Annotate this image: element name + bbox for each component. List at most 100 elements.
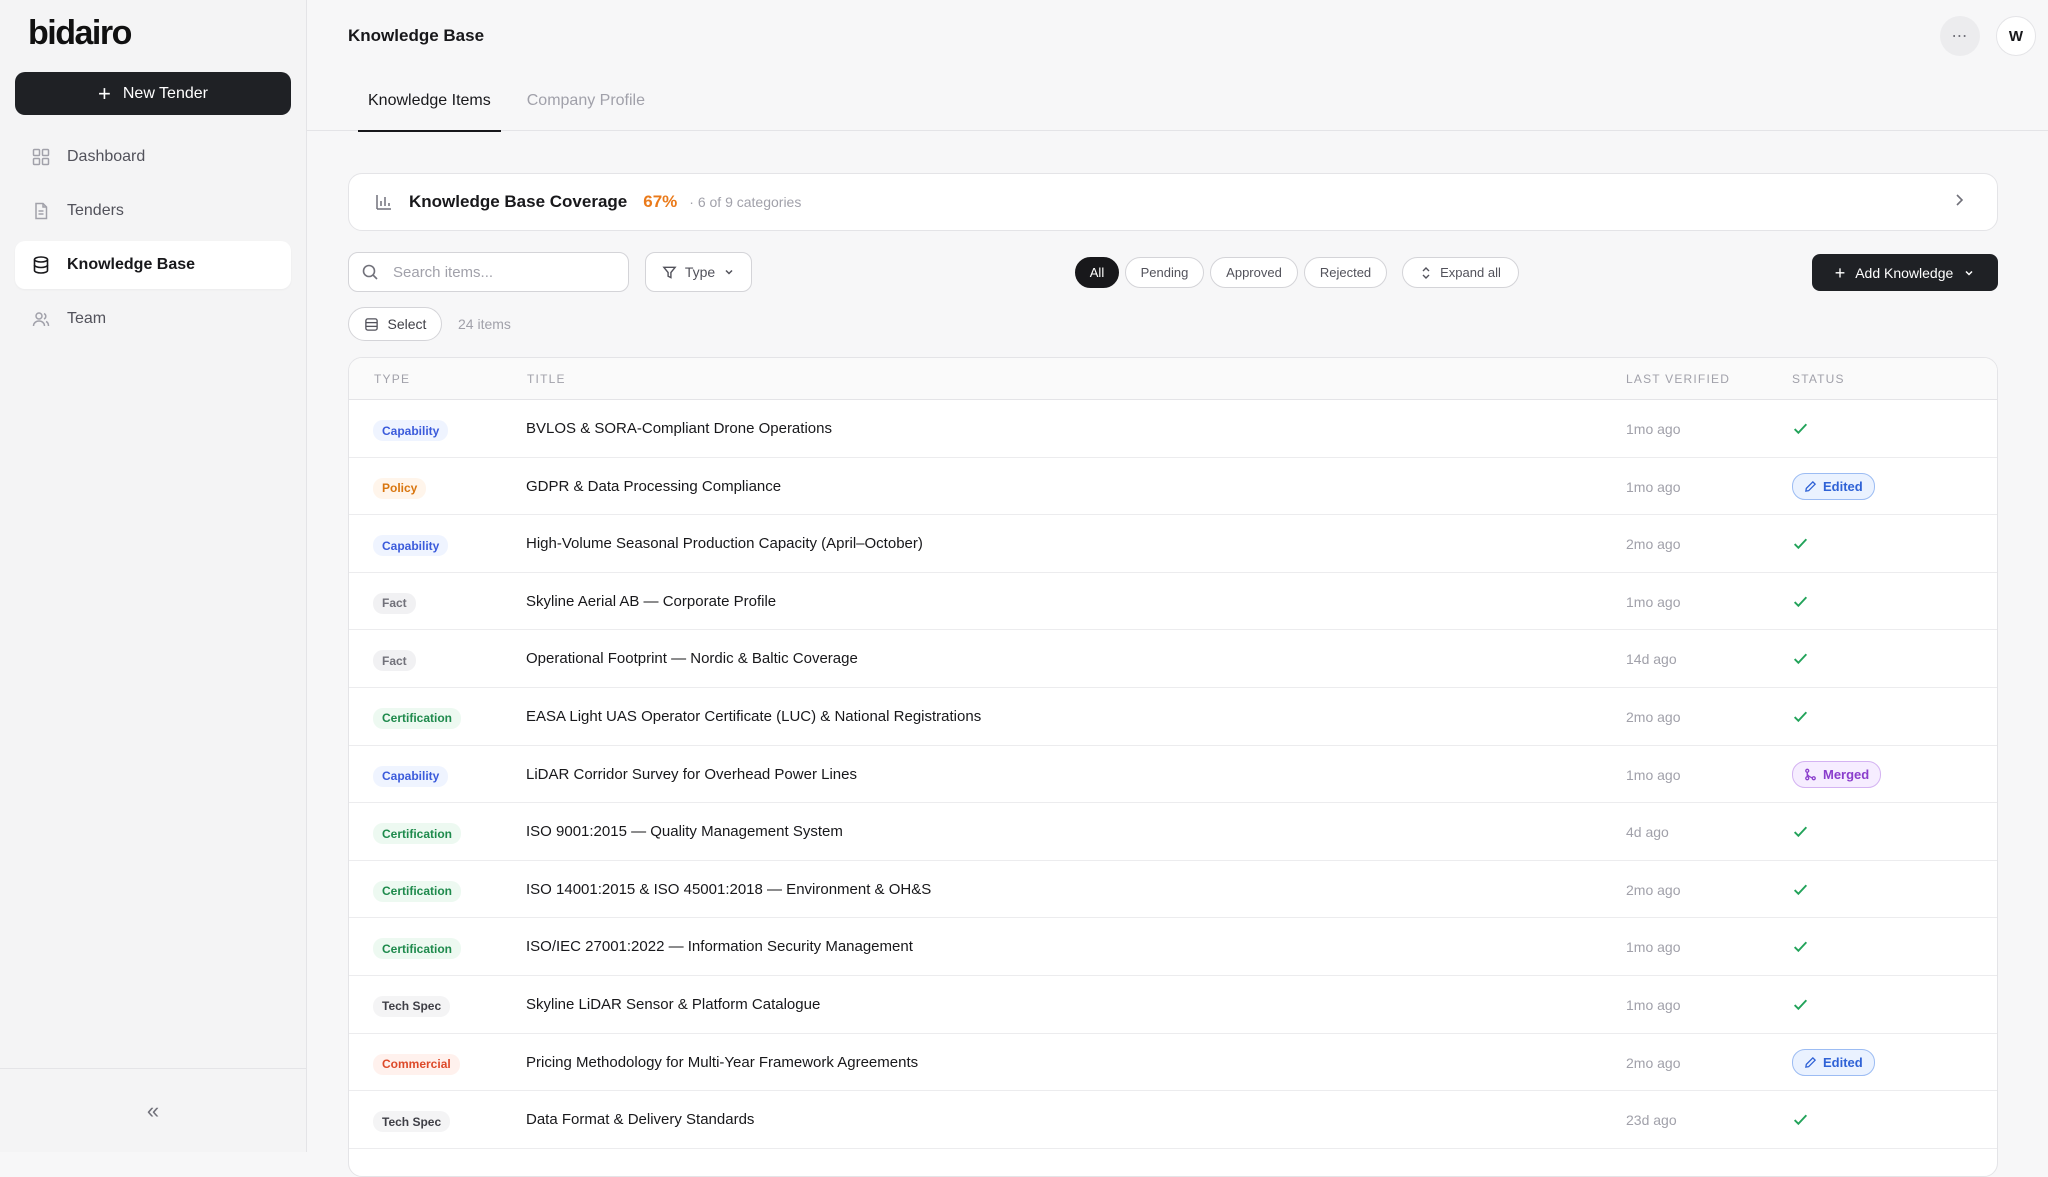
column-header-type[interactable]: Type: [374, 372, 410, 386]
check-icon: [1793, 941, 1808, 953]
tab-knowledge-items[interactable]: Knowledge Items: [358, 82, 501, 132]
last-verified: 1mo ago: [1626, 939, 1681, 956]
status-cell: Merged: [1792, 760, 1882, 788]
search-icon: [362, 264, 378, 280]
check-icon: [1793, 538, 1808, 550]
status-cell: [1792, 991, 1809, 1018]
sidebar-nav: Dashboard Tenders Knowledge Base Team: [15, 133, 291, 349]
status-badge[interactable]: Merged: [1792, 760, 1882, 788]
sidebar-item-dashboard[interactable]: Dashboard: [15, 133, 291, 181]
status-cell: Edited: [1792, 472, 1875, 500]
item-title[interactable]: EASA Light UAS Operator Certificate (LUC…: [526, 708, 981, 725]
table-row[interactable]: Fact Skyline Aerial AB — Corporate Profil…: [349, 573, 1997, 631]
column-header-last-verified[interactable]: Last Verified: [1626, 372, 1730, 386]
new-tender-label: New Tender: [122, 84, 208, 102]
main-content: Knowledge Base ⋯ W Knowledge Items Compa…: [307, 0, 2048, 1177]
chevron-down-icon: [1965, 270, 1973, 276]
sidebar-item-knowledge-base[interactable]: Knowledge Base: [15, 241, 291, 289]
last-verified: 1mo ago: [1626, 766, 1681, 783]
sidebar-footer: «: [0, 1068, 306, 1152]
ellipsis-icon: ⋯: [1951, 28, 1969, 45]
table-row[interactable]: Certification ISO/IEC 27001:2022 — Inform…: [349, 918, 1997, 976]
table-row[interactable]: Capability BVLOS & SORA-Compliant Drone O…: [349, 400, 1997, 458]
sidebar-item-team[interactable]: Team: [15, 295, 291, 343]
check-icon: [1793, 423, 1808, 435]
status-badge[interactable]: Edited: [1792, 1048, 1875, 1076]
type-filter-label: Type: [684, 264, 716, 280]
status-badge[interactable]: Edited: [1792, 472, 1875, 500]
users-icon: [32, 312, 50, 327]
sidebar: bidairo + New Tender Dashboard Tenders K…: [0, 0, 307, 1152]
table-row[interactable]: Capability High-Volume Seasonal Productio…: [349, 515, 1997, 573]
expand-all-label: Expand all: [1440, 265, 1501, 280]
item-title[interactable]: LiDAR Corridor Survey for Overhead Power…: [526, 766, 857, 783]
sidebar-item-label: Dashboard: [67, 148, 146, 165]
filter-approved-pill[interactable]: Approved: [1210, 257, 1298, 288]
type-badge: Certification: [373, 707, 462, 729]
item-title[interactable]: Operational Footprint — Nordic & Baltic …: [526, 650, 858, 667]
type-badge: Certification: [373, 823, 462, 845]
column-header-title[interactable]: Title: [527, 372, 566, 386]
table-row[interactable]: Policy GDPR & Data Processing Compliance 1…: [349, 458, 1997, 516]
logo[interactable]: bidairo: [28, 14, 132, 53]
type-badge: Capability: [373, 765, 449, 787]
last-verified: 4d ago: [1626, 824, 1669, 841]
status-cell: [1792, 876, 1809, 903]
sidebar-item-tenders[interactable]: Tenders: [15, 187, 291, 235]
item-title[interactable]: Pricing Methodology for Multi-Year Frame…: [526, 1054, 918, 1071]
more-options-button[interactable]: ⋯: [1940, 16, 1980, 56]
collapse-sidebar-icon[interactable]: «: [147, 1098, 159, 1124]
item-title[interactable]: Data Format & Delivery Standards: [526, 1111, 754, 1128]
add-knowledge-button[interactable]: + Add Knowledge: [1812, 254, 1998, 291]
table-row[interactable]: Tech Spec Data Format & Delivery Standard…: [349, 1091, 1997, 1149]
toolbar: Type All Pending Approved Rejected Expan…: [348, 252, 1998, 292]
table-row[interactable]: Capability LiDAR Corridor Survey for Over…: [349, 746, 1997, 804]
item-title[interactable]: Skyline Aerial AB — Corporate Profile: [526, 593, 776, 610]
sidebar-item-label: Team: [67, 310, 107, 327]
item-title[interactable]: ISO 9001:2015 — Quality Management Syste…: [526, 823, 843, 840]
item-title[interactable]: GDPR & Data Processing Compliance: [526, 478, 781, 495]
table-row[interactable]: Commercial Pricing Methodology for Multi-…: [349, 1034, 1997, 1092]
filter-rejected-pill[interactable]: Rejected: [1304, 257, 1387, 288]
status-cell: [1792, 530, 1809, 557]
item-title[interactable]: High-Volume Seasonal Production Capacity…: [526, 535, 923, 552]
status-cell: Edited: [1792, 1048, 1875, 1076]
check-icon: [1793, 653, 1808, 665]
table-row[interactable]: Tech Spec Skyline LiDAR Sensor & Platform…: [349, 976, 1997, 1034]
filter-pending-pill[interactable]: Pending: [1125, 257, 1204, 288]
status-cell: [1792, 415, 1809, 442]
tab-company-profile[interactable]: Company Profile: [517, 82, 655, 132]
item-title[interactable]: ISO 14001:2015 & ISO 45001:2018 — Enviro…: [526, 881, 931, 898]
last-verified: 1mo ago: [1626, 996, 1681, 1013]
status-cell: [1792, 703, 1809, 730]
type-filter-dropdown[interactable]: Type: [645, 252, 752, 292]
table-row[interactable]: Fact Operational Footprint — Nordic & Bal…: [349, 630, 1997, 688]
check-icon: [1793, 596, 1808, 607]
last-verified: 2mo ago: [1626, 881, 1681, 898]
new-tender-button[interactable]: + New Tender: [15, 72, 291, 115]
item-title[interactable]: Skyline LiDAR Sensor & Platform Catalogu…: [526, 996, 820, 1013]
add-knowledge-label: Add Knowledge: [1855, 264, 1954, 281]
search-input[interactable]: [391, 262, 611, 282]
check-icon: [1793, 1114, 1808, 1126]
select-button[interactable]: Select: [348, 307, 442, 341]
expand-all-button[interactable]: Expand all: [1402, 257, 1519, 288]
search-box: [348, 252, 629, 292]
column-header-status[interactable]: Status: [1792, 372, 1845, 386]
table-row[interactable]: Certification ISO 14001:2015 & ISO 45001:…: [349, 861, 1997, 919]
status-cell: [1792, 933, 1809, 960]
type-badge: Fact: [373, 592, 416, 614]
status-cell: [1792, 645, 1809, 672]
app-root: bidairo + New Tender Dashboard Tenders K…: [0, 0, 2048, 1177]
coverage-title: Knowledge Base Coverage: [409, 192, 628, 211]
table-row[interactable]: Certification ISO 9001:2015 — Quality Man…: [349, 803, 1997, 861]
filter-all-pill[interactable]: All: [1075, 257, 1119, 288]
avatar[interactable]: W: [1996, 16, 2036, 56]
item-title[interactable]: BVLOS & SORA-Compliant Drone Operations: [526, 420, 832, 437]
status-cell: [1792, 818, 1809, 845]
coverage-card[interactable]: Knowledge Base Coverage 67% · 6 of 9 cat…: [348, 173, 1998, 231]
page-header: Knowledge Base ⋯ W Knowledge Items Compa…: [307, 0, 2048, 132]
table-row[interactable]: Certification EASA Light UAS Operator Cer…: [349, 688, 1997, 746]
item-title[interactable]: ISO/IEC 27001:2022 — Information Securit…: [526, 938, 913, 955]
check-icon: [1793, 999, 1808, 1011]
